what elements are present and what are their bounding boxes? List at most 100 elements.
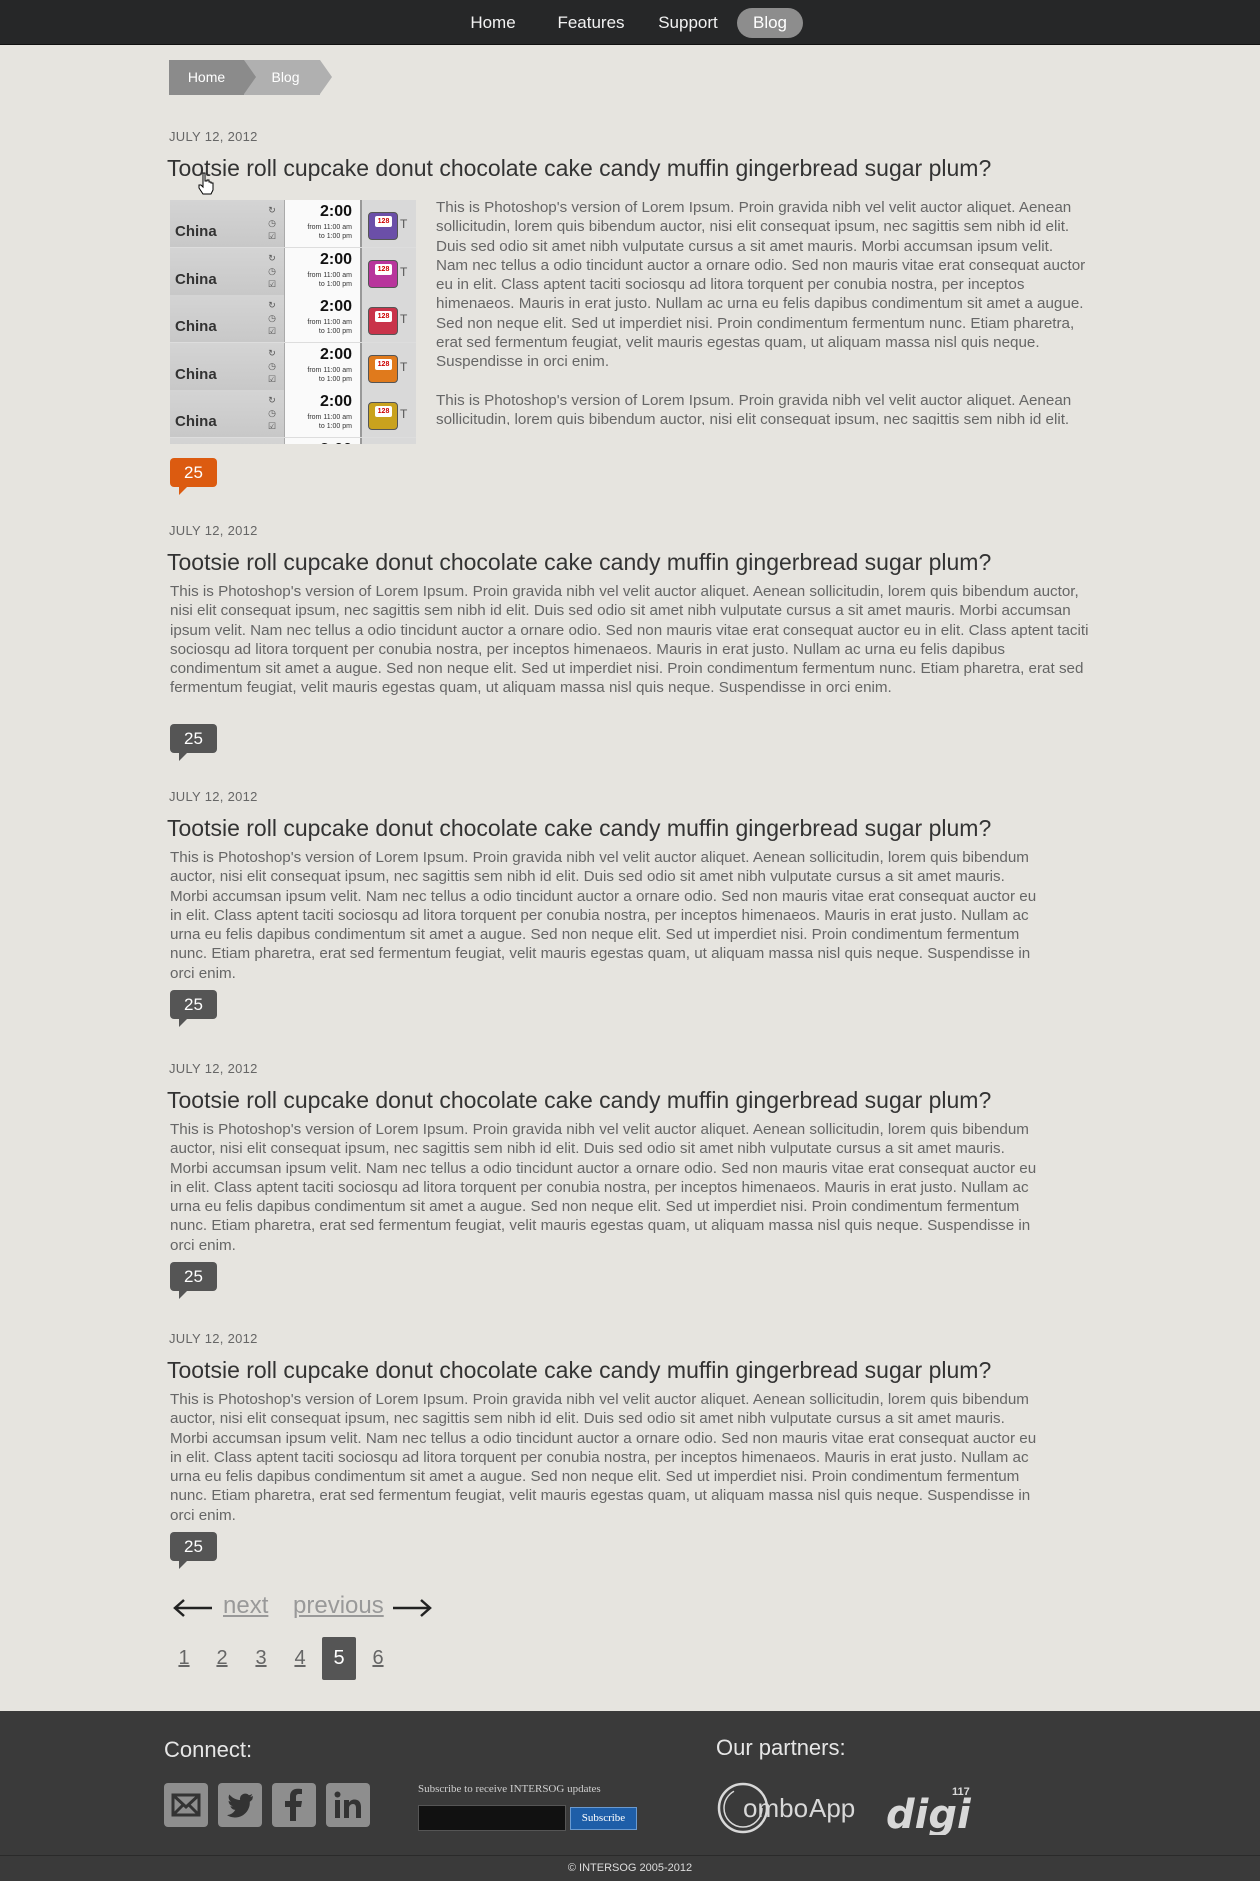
arrow-left-icon[interactable] xyxy=(172,1596,214,1620)
schedule-row: China↻◷☑2:00from 11:00 amto 1:00 pm128T xyxy=(170,200,416,247)
comment-count-badge[interactable]: 25 xyxy=(170,724,217,761)
nav-blog[interactable]: Blog xyxy=(737,8,803,38)
comboapp-logo[interactable]: ombo App xyxy=(716,1781,861,1835)
page-6[interactable]: 6 xyxy=(361,1637,395,1680)
footer: Connect: Our partners: Subscribe to rece… xyxy=(0,1711,1260,1881)
breadcrumb-separator xyxy=(244,60,256,94)
post-body: This is Photoshop's version of Lorem Ips… xyxy=(170,848,1042,1002)
schedule-time: 2:00from 11:00 amto 1:00 pm xyxy=(284,295,362,343)
post-paragraph: This is Photoshop's version of Lorem Ips… xyxy=(436,391,1072,425)
schedule-row: China↻◷☑2:00from 11:00 amto 1:00 pm128T xyxy=(170,295,416,343)
post-title[interactable]: Tootsie roll cupcake donut chocolate cak… xyxy=(167,549,991,576)
post-thumbnail[interactable]: China ↻ ◷ ☑ 2:00 from 11:00 am to 1:00 pm 128 T C… xyxy=(170,200,416,444)
linkedin-icon[interactable] xyxy=(326,1783,370,1827)
copyright: © INTERSOG 2005-2012 xyxy=(567,1862,693,1874)
svg-text:117: 117 xyxy=(952,1786,970,1798)
schedule-channel: 128T xyxy=(362,438,416,444)
svg-text:ombo: ombo xyxy=(743,1793,808,1823)
schedule-row: China↻◷☑2:00from 11:00 amto 1:00 pm128T xyxy=(170,438,416,444)
nav-support[interactable]: Support xyxy=(655,8,721,38)
post-excerpt: This is Photoshop's version of Lorem Ips… xyxy=(436,198,1086,425)
post-paragraph: This is Photoshop's version of Lorem Ips… xyxy=(436,199,1086,371)
page-4[interactable]: 4 xyxy=(283,1637,317,1680)
post-body: This is Photoshop's version of Lorem Ips… xyxy=(170,582,1092,717)
previous-page-link[interactable]: previous xyxy=(293,1592,384,1620)
nav-home[interactable]: Home xyxy=(465,8,521,38)
channel-badge: 128 xyxy=(375,311,392,323)
partners-heading: Our partners: xyxy=(716,1735,846,1760)
schedule-from: from 11:00 am xyxy=(307,319,352,327)
digi-logo[interactable]: digi 117 xyxy=(884,1781,984,1835)
comment-count-badge[interactable]: 25 xyxy=(170,990,217,1027)
page-5-current[interactable]: 5 xyxy=(322,1637,356,1680)
page-1[interactable]: 1 xyxy=(167,1637,201,1680)
facebook-icon[interactable] xyxy=(272,1783,316,1827)
page-2[interactable]: 2 xyxy=(205,1637,239,1680)
schedule-row: China↻◷☑2:00from 11:00 amto 1:00 pm128T xyxy=(170,390,416,438)
breadcrumb-home[interactable]: Home xyxy=(169,60,244,95)
nav-features[interactable]: Features xyxy=(554,8,628,38)
post-title[interactable]: Tootsie roll cupcake donut chocolate cak… xyxy=(167,1357,991,1384)
post-date: JULY 12, 2012 xyxy=(169,129,258,144)
post-paragraph: This is Photoshop's version of Lorem Ips… xyxy=(170,1391,1037,1524)
connect-heading: Connect: xyxy=(164,1737,253,1762)
hand-cursor-icon xyxy=(198,172,214,195)
schedule-time: 2:00 from 11:00 amto 1:00 pm xyxy=(284,342,362,390)
post-paragraph: This is Photoshop's version of Lorem Ips… xyxy=(170,1121,1037,1254)
post-date: JULY 12, 2012 xyxy=(169,1331,258,1346)
footer-divider xyxy=(0,1855,1260,1856)
schedule-status-icon: ↻◷☑ xyxy=(265,442,279,444)
post-date: JULY 12, 2012 xyxy=(169,789,258,804)
schedule-range: from 11:00 am to 1:00 pm xyxy=(307,366,352,384)
schedule-time: 2:00from 11:00 amto 1:00 pm xyxy=(284,390,362,438)
channel-badge: 128 xyxy=(375,216,392,227)
arrow-right-icon[interactable] xyxy=(391,1596,433,1620)
svg-text:App: App xyxy=(809,1793,855,1823)
subscribe-button[interactable]: Subscribe xyxy=(570,1807,637,1830)
comment-count-badge[interactable]: 25 xyxy=(170,1532,217,1569)
schedule-time: 2:00 from 11:00 amto 1:00 pm xyxy=(284,247,362,295)
schedule-duration: 2:00 xyxy=(319,250,352,268)
breadcrumb-blog-label: Blog xyxy=(271,69,300,85)
schedule-status-icon: ↻◷☑ xyxy=(267,347,277,384)
comment-count-badge[interactable]: 25 xyxy=(170,458,217,495)
channel-label-clip: T xyxy=(400,312,408,327)
twitter-icon[interactable] xyxy=(218,1783,262,1827)
schedule-status-icon: ↻◷☑ xyxy=(267,205,277,241)
subscribe-email-input[interactable] xyxy=(418,1805,566,1831)
channel-tv-icon: 128 xyxy=(368,259,398,288)
channel-tv-icon: 128 xyxy=(368,307,398,336)
schedule-duration: 2:00 xyxy=(319,203,352,220)
schedule-channel: 128 T xyxy=(362,295,416,343)
schedule-duration: 2:00 xyxy=(319,345,352,363)
post-title[interactable]: Tootsie roll cupcake donut chocolate cak… xyxy=(167,155,991,182)
breadcrumb-home-label[interactable]: Home xyxy=(188,69,225,85)
schedule-range: from 11:00 am to 1:00 pm xyxy=(307,271,352,289)
svg-text:digi: digi xyxy=(886,1792,972,1835)
email-icon[interactable] xyxy=(164,1783,208,1827)
channel-tv-icon: 128 xyxy=(368,354,398,383)
comment-count-badge[interactable]: 25 xyxy=(170,1262,217,1299)
schedule-range: from 11:00 am to 1:00 pm xyxy=(307,318,352,336)
schedule-channel: 128 T xyxy=(362,247,416,295)
channel-label-clip: T xyxy=(400,359,408,374)
post-date: JULY 12, 2012 xyxy=(169,523,258,538)
schedule-range: from 11:00 am to 1:00 pm xyxy=(307,223,352,241)
schedule-range: from 11:00 am to 1:00 pm xyxy=(307,413,352,431)
schedule-time: 2:00from 11:00 amto 1:00 pm xyxy=(284,438,362,444)
schedule-from: from 11:00 am xyxy=(307,366,352,374)
channel-label-clip: T xyxy=(400,217,408,231)
post-body: This is Photoshop's version of Lorem Ips… xyxy=(170,1390,1042,1544)
schedule-from: from 11:00 am xyxy=(307,224,352,231)
channel-label-clip: T xyxy=(400,264,408,279)
schedule-to: to 1:00 pm xyxy=(318,280,352,288)
post-title[interactable]: Tootsie roll cupcake donut chocolate cak… xyxy=(167,1087,991,1114)
schedule-channel: 128T xyxy=(362,390,416,438)
schedule-to: to 1:00 pm xyxy=(318,233,352,240)
channel-badge: 128 xyxy=(375,263,392,275)
post-title[interactable]: Tootsie roll cupcake donut chocolate cak… xyxy=(167,815,991,842)
page-3[interactable]: 3 xyxy=(244,1637,278,1680)
main-nav: Home Features Support Blog xyxy=(0,8,1260,38)
post-body: This is Photoshop's version of Lorem Ips… xyxy=(436,198,1086,425)
next-page-link[interactable]: next xyxy=(223,1592,268,1620)
